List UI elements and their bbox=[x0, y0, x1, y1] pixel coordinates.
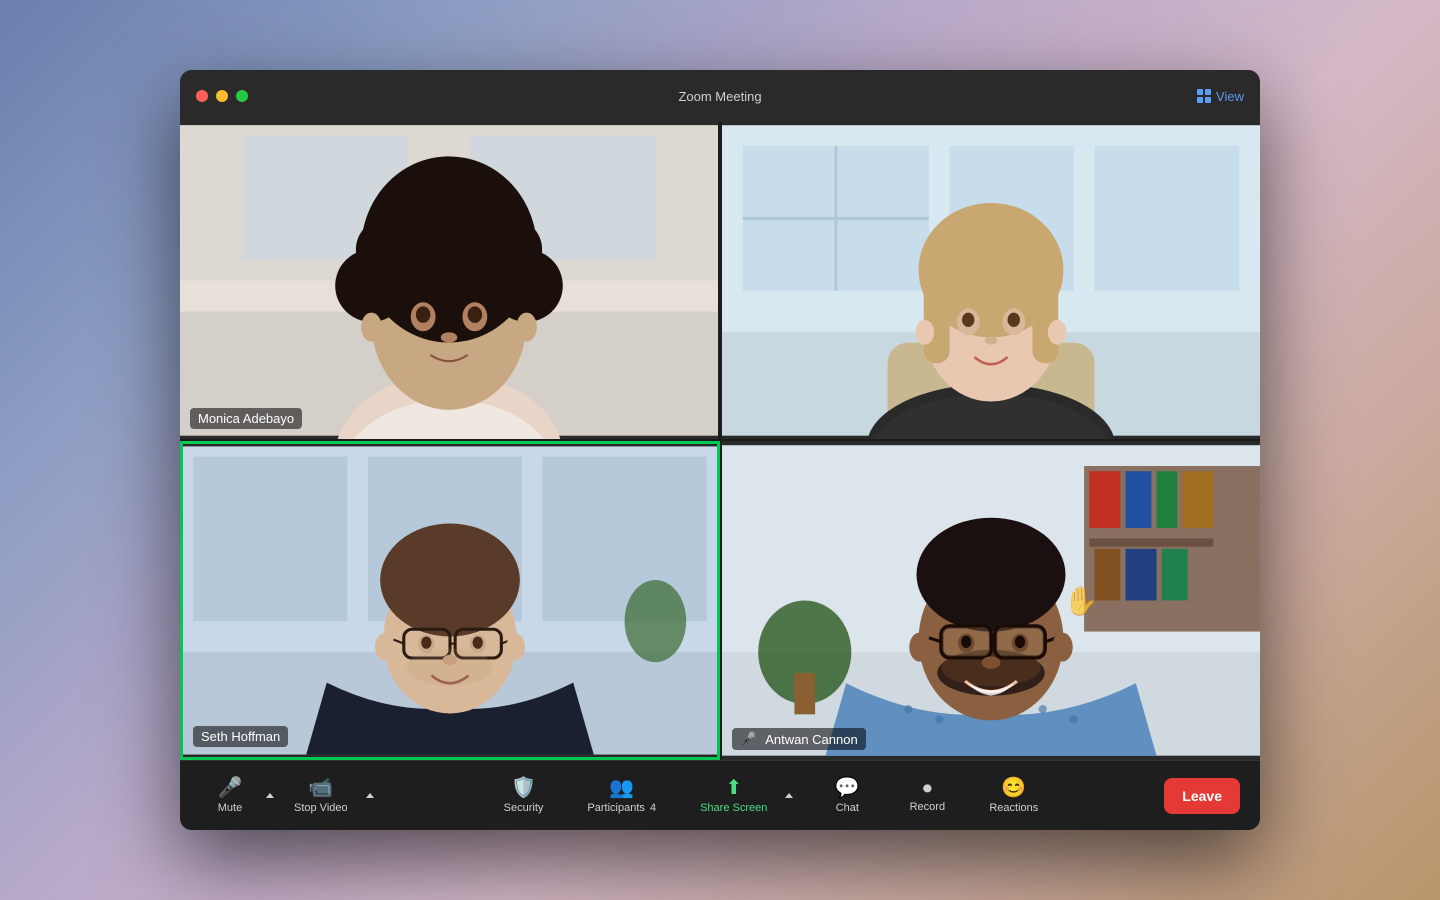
share-screen-icon: ⬆ bbox=[725, 778, 742, 798]
video-seth bbox=[183, 444, 717, 757]
video-cell-monica: Monica Adebayo bbox=[180, 122, 720, 441]
video-sarah bbox=[722, 122, 1260, 439]
close-button[interactable] bbox=[196, 90, 208, 102]
minimize-button[interactable] bbox=[216, 90, 228, 102]
name-tag-seth: Seth Hoffman bbox=[193, 726, 288, 747]
seth-name: Seth Hoffman bbox=[201, 729, 280, 744]
participants-button[interactable]: 👥 Participants 4 bbox=[575, 772, 668, 820]
participants-label: Participants 4 bbox=[587, 802, 656, 814]
stop-video-button[interactable]: 📹 Stop Video bbox=[282, 772, 360, 820]
maximize-button[interactable] bbox=[236, 90, 248, 102]
record-button[interactable]: ⏺ Record bbox=[897, 773, 957, 819]
security-label: Security bbox=[504, 802, 544, 814]
view-label: View bbox=[1216, 89, 1244, 104]
hand-raise-icon: ✋ bbox=[1064, 584, 1099, 617]
share-screen-arrow[interactable] bbox=[781, 786, 797, 805]
microphone-icon: 🎤 bbox=[218, 778, 243, 798]
name-tag-antwan: 🎤 Antwan Cannon bbox=[732, 728, 866, 750]
monica-name: Monica Adebayo bbox=[198, 411, 294, 426]
video-cell-sarah bbox=[720, 122, 1260, 441]
stop-video-label: Stop Video bbox=[294, 802, 348, 814]
share-screen-button[interactable]: ⬆ Share Screen bbox=[688, 772, 779, 820]
zoom-window: Zoom Meeting View bbox=[180, 70, 1260, 830]
video-antwan bbox=[722, 441, 1260, 760]
video-grid: Monica Adebayo bbox=[180, 122, 1260, 760]
record-label: Record bbox=[910, 801, 945, 813]
camera-icon: 📹 bbox=[308, 778, 333, 798]
security-button[interactable]: 🛡️ Security bbox=[492, 772, 556, 820]
traffic-lights bbox=[196, 90, 248, 102]
video-cell-seth: Seth Hoffman bbox=[180, 441, 720, 760]
chat-label: Chat bbox=[836, 802, 859, 814]
video-arrow[interactable] bbox=[362, 786, 378, 805]
name-tag-monica: Monica Adebayo bbox=[190, 408, 302, 429]
reactions-label: Reactions bbox=[989, 802, 1038, 814]
reactions-icon: 😊 bbox=[1001, 778, 1026, 798]
leave-button[interactable]: Leave bbox=[1164, 778, 1240, 814]
stop-video-group: 📹 Stop Video bbox=[282, 772, 378, 820]
shield-icon: 🛡️ bbox=[511, 778, 536, 798]
grid-icon bbox=[1197, 89, 1211, 103]
toolbar-left: 🎤 Mute 📹 Stop Video bbox=[200, 772, 378, 820]
titlebar: Zoom Meeting View bbox=[180, 70, 1260, 122]
window-title: Zoom Meeting bbox=[678, 89, 761, 104]
share-screen-label: Share Screen bbox=[700, 802, 767, 814]
antwan-name: Antwan Cannon bbox=[765, 732, 858, 747]
view-button[interactable]: View bbox=[1197, 89, 1244, 104]
toolbar-center: 🛡️ Security 👥 Participants 4 ⬆ Share Scr… bbox=[378, 772, 1165, 820]
participants-icon: 👥 bbox=[609, 778, 634, 798]
reactions-button[interactable]: 😊 Reactions bbox=[977, 772, 1050, 820]
mute-label: Mute bbox=[218, 802, 242, 814]
mute-group: 🎤 Mute bbox=[200, 772, 278, 820]
mute-arrow[interactable] bbox=[262, 786, 278, 805]
mute-button[interactable]: 🎤 Mute bbox=[200, 772, 260, 820]
video-monica bbox=[180, 122, 718, 439]
chat-button[interactable]: 💬 Chat bbox=[817, 772, 877, 820]
record-icon: ⏺ bbox=[923, 779, 932, 797]
toolbar: 🎤 Mute 📹 Stop Video bbox=[180, 760, 1260, 830]
chat-icon: 💬 bbox=[835, 778, 860, 798]
share-screen-group: ⬆ Share Screen bbox=[688, 772, 797, 820]
video-cell-antwan: ✋ 🎤 Antwan Cannon bbox=[720, 441, 1260, 760]
muted-icon: 🎤 bbox=[740, 731, 756, 747]
toolbar-right: Leave bbox=[1164, 778, 1240, 814]
